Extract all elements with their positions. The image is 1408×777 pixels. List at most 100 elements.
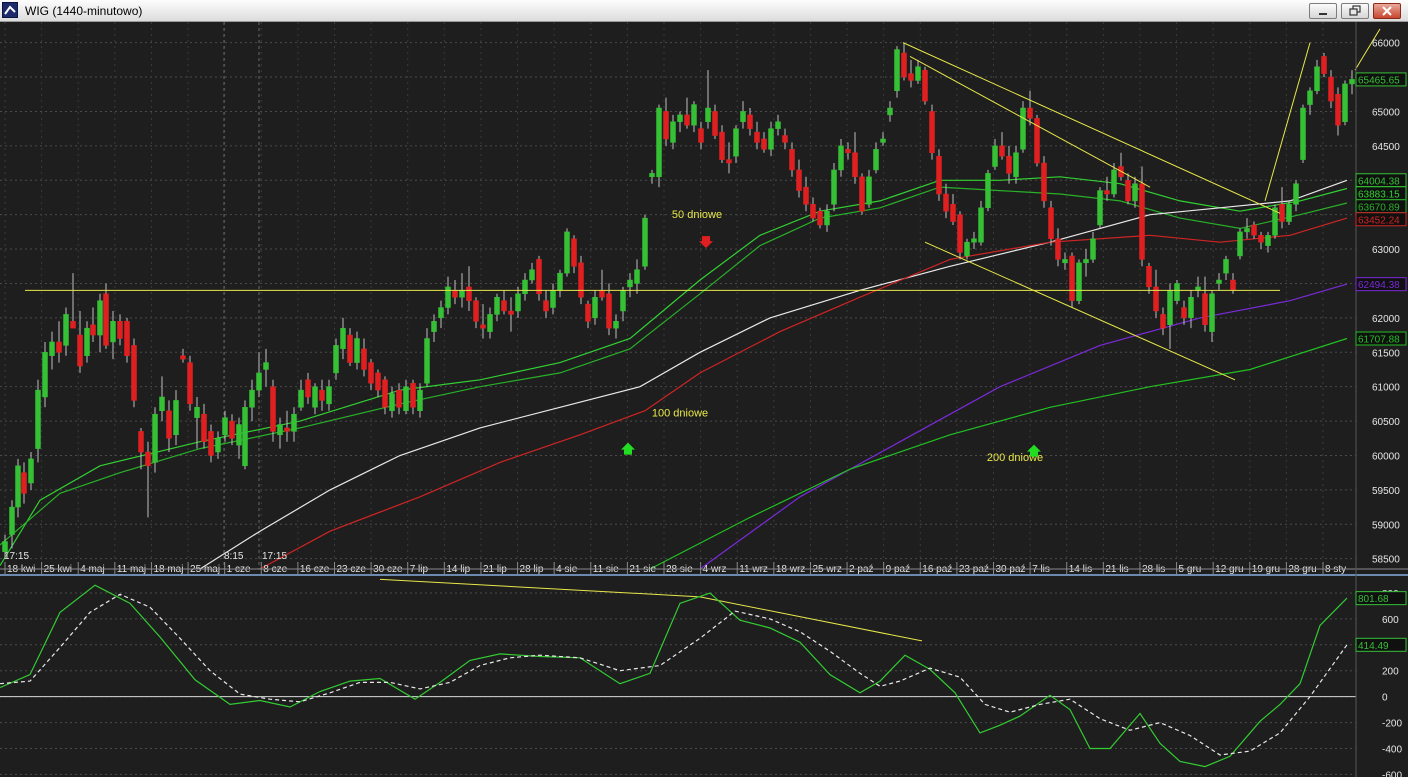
candle-body — [592, 296, 598, 319]
candle-body — [529, 269, 535, 281]
candle-body — [670, 121, 676, 143]
candle-body — [28, 458, 34, 484]
candle-body — [1111, 169, 1117, 195]
osc-y-tick-label: 0 — [1382, 693, 1388, 704]
window-title: WIG (1440-minutowo) — [25, 4, 143, 18]
candle-body — [15, 465, 21, 508]
chart-background — [0, 22, 1408, 777]
candle-body — [473, 300, 479, 322]
candle-body — [368, 362, 374, 384]
candle-body — [936, 155, 942, 195]
candle-body — [515, 293, 521, 312]
candle-body — [1027, 107, 1033, 119]
candle-body — [768, 128, 774, 150]
candle-body — [1342, 83, 1348, 123]
candle-body — [131, 345, 137, 401]
candle-body — [747, 114, 753, 129]
candle-body — [620, 290, 626, 312]
candle-body — [585, 303, 591, 322]
candle-body — [831, 169, 837, 205]
chart-area[interactable]: 50 dniowe100 dniowe200 dniowe 5850059000… — [0, 22, 1408, 777]
candle-body — [389, 393, 395, 411]
candle-body — [754, 131, 760, 143]
candle-body — [1167, 290, 1173, 325]
candle-body — [873, 149, 879, 171]
candle-body — [992, 145, 998, 167]
restore-button[interactable] — [1341, 3, 1369, 19]
candle-body — [810, 204, 816, 219]
candle-body — [985, 173, 991, 209]
value-tag-text: 62494.38 — [1358, 280, 1400, 291]
candle-body — [84, 327, 90, 356]
candle-body — [866, 176, 872, 205]
candle-body — [1104, 190, 1110, 195]
candle-body — [194, 407, 200, 418]
time-label: 17:15 — [4, 551, 29, 562]
candle-body — [775, 121, 781, 129]
candle-body — [466, 286, 472, 301]
candle-body — [627, 279, 633, 288]
candle-body — [452, 290, 458, 298]
candle-body — [340, 327, 346, 350]
candle-body — [117, 321, 123, 339]
candle-body — [663, 111, 669, 140]
osc-y-tick-label: -600 — [1382, 770, 1402, 777]
candle-body — [957, 214, 963, 253]
close-button[interactable] — [1373, 3, 1401, 19]
candle-body — [298, 389, 304, 408]
candle-body — [63, 314, 69, 346]
candle-body — [215, 438, 221, 453]
candle-body — [1146, 266, 1152, 288]
candle-body — [1055, 238, 1061, 260]
candle-body — [319, 389, 325, 401]
y-tick-label: 61000 — [1372, 383, 1400, 394]
candle-body — [656, 107, 662, 178]
candle-body — [761, 138, 767, 150]
window-titlebar[interactable]: WIG (1440-minutowo) — [0, 0, 1408, 22]
candle-body — [375, 372, 381, 391]
candle-body — [894, 49, 900, 92]
candle-body — [326, 386, 332, 405]
candle-body — [138, 431, 144, 453]
candle-body — [1020, 107, 1026, 150]
candle-body — [908, 73, 914, 81]
y-tick-label: 64500 — [1372, 142, 1400, 153]
osc-y-tick-label: 600 — [1382, 615, 1399, 626]
minimize-button[interactable] — [1309, 3, 1337, 19]
candle-body — [56, 341, 62, 353]
candle-body — [929, 111, 935, 153]
time-label: 17:15 — [262, 551, 287, 562]
candle-body — [152, 413, 158, 463]
candle-body — [242, 407, 248, 467]
candle-body — [173, 400, 179, 436]
candle-body — [1244, 228, 1250, 233]
candle-body — [880, 138, 886, 143]
candle-body — [1048, 207, 1054, 239]
candle-body — [1181, 307, 1187, 319]
candle-body — [1286, 204, 1292, 222]
candle-body — [494, 296, 500, 315]
minimize-icon — [1319, 13, 1327, 15]
candle-body — [480, 324, 486, 329]
candle-body — [901, 52, 907, 78]
candle-body — [1223, 259, 1229, 274]
candle-body — [1083, 259, 1089, 264]
candle-body — [222, 417, 228, 436]
candle-body — [508, 310, 514, 315]
candle-body — [817, 210, 823, 226]
app-logo-icon — [2, 2, 18, 18]
candle-body — [838, 145, 844, 171]
candle-body — [543, 300, 549, 312]
candle-body — [557, 272, 563, 291]
candle-body — [599, 290, 605, 298]
candle-body — [634, 269, 640, 284]
candle-body — [642, 217, 648, 267]
candle-body — [1013, 152, 1019, 178]
candle-body — [845, 149, 851, 153]
candle-body — [277, 424, 283, 436]
candle-body — [684, 114, 690, 126]
candle-body — [1202, 293, 1208, 325]
candle-body — [1258, 235, 1264, 243]
candle-body — [145, 451, 151, 467]
y-tick-label: 61500 — [1372, 348, 1400, 359]
